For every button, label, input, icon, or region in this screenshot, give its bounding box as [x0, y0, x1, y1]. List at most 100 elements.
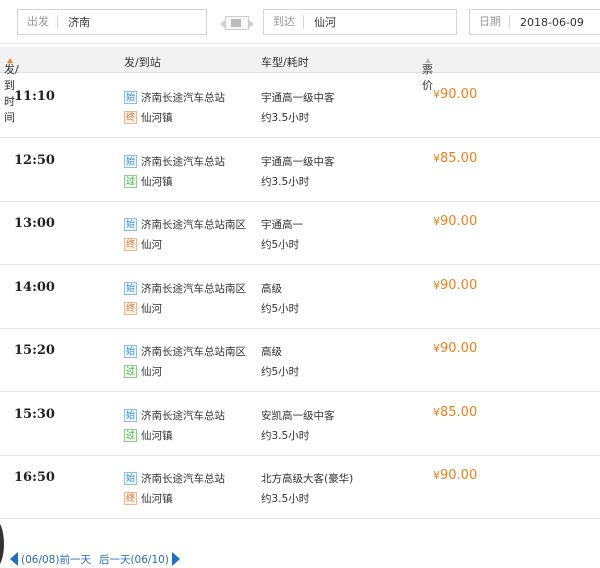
arrive-station-name: 仙河镇	[141, 111, 173, 124]
ticket-price: ¥90.00	[433, 214, 477, 229]
start-badge: 始	[124, 344, 137, 358]
header-price-sort[interactable]: 票价	[422, 54, 433, 92]
departure-value[interactable]: 济南	[58, 14, 90, 30]
currency-symbol: ¥	[433, 342, 440, 355]
arrive-badge: 终	[124, 301, 137, 315]
header-bus: 车型/耗时	[261, 56, 309, 69]
depart-station-name: 济南长途汽车总站南区	[141, 345, 246, 358]
start-badge: 始	[124, 154, 137, 168]
table-row[interactable]: 15:20 始济南长途汽车总站南区过仙河 高级 约5小时 ¥90.00	[0, 328, 600, 392]
ticket-price: ¥90.00	[433, 341, 477, 356]
start-badge: 始	[124, 281, 137, 295]
price-value: 90.00	[440, 341, 478, 356]
prev-day-link[interactable]: (06/08)前一天	[21, 552, 91, 567]
depart-station-name: 济南长途汽车总站	[141, 409, 225, 422]
arrive-station-name: 仙河	[141, 302, 162, 315]
departure-field[interactable]: 出发 济南	[17, 9, 207, 35]
depart-station: 始济南长途汽车总站南区	[124, 344, 246, 358]
ticket-price: ¥85.00	[433, 151, 477, 166]
search-bar: 出发 济南 到达 仙河 日期 2018-06-09	[0, 0, 600, 44]
price-value: 85.00	[440, 405, 478, 420]
depart-time: 15:20	[14, 343, 55, 358]
next-arrow-icon[interactable]	[171, 552, 180, 566]
depart-time: 11:10	[14, 89, 55, 104]
bus-type: 宇通高一	[261, 219, 303, 231]
duration: 约3.5小时	[261, 176, 310, 188]
currency-symbol: ¥	[433, 279, 440, 292]
arrive-badge: 过	[124, 174, 137, 188]
table-header: 发/到时间 发/到站 车型/耗时 票价	[0, 47, 600, 124]
duration: 约3.5小时	[261, 430, 310, 442]
duration: 约3.5小时	[261, 112, 310, 124]
price-value: 85.00	[440, 151, 478, 166]
arrive-station-name: 仙河	[141, 365, 162, 378]
arrive-station-name: 仙河	[141, 238, 162, 251]
day-pager: (06/08)前一天 后一天(06/10)	[0, 551, 180, 567]
duration: 约5小时	[261, 239, 300, 251]
departure-label: 出发	[18, 15, 58, 29]
depart-time: 12:50	[14, 153, 55, 168]
swap-icon[interactable]	[220, 16, 254, 30]
depart-station-name: 济南长途汽车总站	[141, 472, 225, 485]
depart-station-name: 济南长途汽车总站南区	[141, 282, 246, 295]
table-row[interactable]: 13:00 始济南长途汽车总站南区终仙河 宇通高一 约5小时 ¥90.00	[0, 201, 600, 265]
duration: 约3.5小时	[261, 493, 310, 505]
arrive-badge: 终	[124, 237, 137, 251]
date-field[interactable]: 日期 2018-06-09	[469, 9, 600, 35]
arrive-station-name: 仙河镇	[141, 429, 173, 442]
depart-station-name: 济南长途汽车总站南区	[141, 218, 246, 231]
prev-arrow-icon[interactable]	[10, 552, 18, 566]
depart-time: 14:00	[14, 280, 55, 295]
bus-type: 宇通高一级中客	[261, 156, 335, 168]
bus-type: 北方高级大客(豪华)	[261, 473, 354, 485]
bus-type: 宇通高一级中客	[261, 92, 335, 104]
table-row[interactable]: 15:30 始济南长途汽车总站过仙河镇 安凯高一级中客 约3.5小时 ¥85.00	[0, 392, 600, 456]
ticket-price: ¥90.00	[433, 468, 477, 483]
arrive-station: 终仙河	[124, 237, 162, 251]
arrival-label: 到达	[264, 15, 304, 29]
bus-type: 安凯高一级中客	[261, 410, 335, 422]
arrive-badge: 过	[124, 364, 137, 378]
header-station: 发/到站	[124, 56, 161, 69]
depart-station: 始济南长途汽车总站	[124, 90, 225, 104]
price-value: 90.00	[440, 278, 478, 293]
arrive-station: 终仙河	[124, 301, 162, 315]
depart-station: 始济南长途汽车总站	[124, 471, 225, 485]
arrive-badge: 过	[124, 428, 137, 442]
depart-station: 始济南长途汽车总站南区	[124, 281, 246, 295]
depart-station: 始济南长途汽车总站	[124, 408, 225, 422]
depart-time: 15:30	[14, 407, 55, 422]
price-value: 90.00	[440, 214, 478, 229]
depart-station: 始济南长途汽车总站	[124, 154, 225, 168]
start-badge: 始	[124, 217, 137, 231]
duration: 约5小时	[261, 366, 300, 378]
table-row[interactable]: 12:50 始济南长途汽车总站过仙河镇 宇通高一级中客 约3.5小时 ¥85.00	[0, 138, 600, 202]
arrive-station: 终仙河镇	[124, 491, 173, 505]
arrival-value[interactable]: 仙河	[304, 14, 336, 30]
arrive-badge: 终	[124, 110, 137, 124]
arrive-station-name: 仙河镇	[141, 492, 173, 505]
arrive-station: 过仙河	[124, 364, 162, 378]
table-row[interactable]: 16:50 始济南长途汽车总站终仙河镇 北方高级大客(豪华) 约3.5小时 ¥90.00	[0, 455, 600, 519]
depart-time: 16:50	[14, 470, 55, 485]
next-day-link[interactable]: 后一天(06/10)	[99, 552, 169, 567]
depart-time: 13:00	[14, 216, 55, 231]
arrive-badge: 终	[124, 491, 137, 505]
table-row[interactable]: 11:10 始济南长途汽车总站终仙河镇 宇通高一级中客 约3.5小时 ¥90.00	[0, 74, 600, 138]
duration: 约5小时	[261, 303, 300, 315]
ticket-price: ¥90.00	[433, 278, 477, 293]
start-badge: 始	[124, 90, 137, 104]
depart-station-name: 济南长途汽车总站	[141, 91, 225, 104]
header-time-sort[interactable]: 发/到时间	[4, 54, 19, 124]
currency-symbol: ¥	[433, 88, 440, 101]
date-label: 日期	[470, 15, 510, 29]
arrival-field[interactable]: 到达 仙河	[263, 9, 457, 35]
table-row[interactable]: 14:00 始济南长途汽车总站南区终仙河 高级 约5小时 ¥90.00	[0, 265, 600, 329]
ticket-price: ¥90.00	[433, 87, 477, 102]
depart-station-name: 济南长途汽车总站	[141, 155, 225, 168]
currency-symbol: ¥	[433, 469, 440, 482]
start-badge: 始	[124, 408, 137, 422]
date-value[interactable]: 2018-06-09	[510, 16, 584, 29]
arrive-station: 终仙河镇	[124, 110, 173, 124]
arrive-station: 过仙河镇	[124, 174, 173, 188]
